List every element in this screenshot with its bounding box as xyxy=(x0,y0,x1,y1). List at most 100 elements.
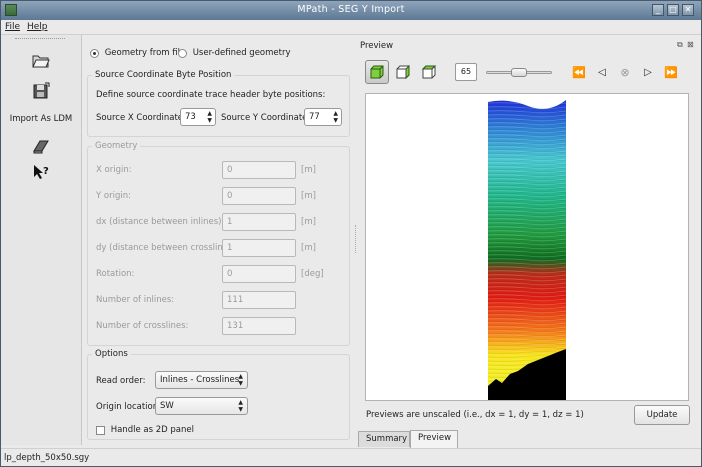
combo-arrows-icon: ▲ ▼ xyxy=(238,373,243,387)
source-coordinate-title: Source Coordinate Byte Position xyxy=(92,70,235,80)
fast-forward-icon: ⏩ xyxy=(664,65,678,79)
x-origin-label: X origin: xyxy=(96,165,132,175)
x-origin-unit: [m] xyxy=(301,165,316,175)
folder-open-icon xyxy=(32,55,50,68)
source-coordinate-group: Source Coordinate Byte Position Define s… xyxy=(87,70,350,137)
import-as-ldm-button[interactable]: Import As LDM xyxy=(1,105,81,133)
preview-title: Preview xyxy=(360,41,394,51)
geometry-from-file-radio[interactable] xyxy=(90,48,99,58)
eraser-icon xyxy=(33,140,49,154)
handle-as-2d-option[interactable]: Handle as 2D panel xyxy=(96,425,194,436)
spin-arrows-icon[interactable]: ▲ ▼ xyxy=(333,110,338,124)
tab-preview[interactable]: Preview xyxy=(410,430,458,448)
first-slice-button[interactable]: ⏪ xyxy=(567,60,591,84)
origin-location-label: Origin location: xyxy=(96,402,161,412)
last-slice-button[interactable]: ⏩ xyxy=(659,60,683,84)
rewind-icon: ⏪ xyxy=(572,65,586,79)
status-bar: lp_depth_50x50.sgy xyxy=(1,448,701,466)
read-order-value: Inlines - Crosslines xyxy=(160,375,240,385)
preview-toolbar: 65 ⏪ ◁ ⊗ ▷ ⏩ xyxy=(361,57,695,87)
handle-as-2d-label: Handle as 2D panel xyxy=(110,425,194,435)
dx-field[interactable]: 1 xyxy=(222,213,296,231)
number-of-crosslines-field[interactable]: 131 xyxy=(222,317,296,335)
slice-number-field[interactable]: 65 xyxy=(455,63,477,81)
dy-unit: [m] xyxy=(301,243,316,253)
combo-arrows-icon: ▲ ▼ xyxy=(238,399,243,413)
whats-this-pointer-icon: ? xyxy=(34,165,49,179)
eraser-button[interactable] xyxy=(1,133,81,161)
read-order-select[interactable]: Inlines - Crosslines ▲ ▼ xyxy=(155,371,248,389)
float-dock-icon[interactable]: ⧉ xyxy=(677,40,683,50)
preview-dock: Preview ⧉ ⊠ 65 ⏪ ◁ ⊗ ▷ ⏩ Previews are un… xyxy=(358,35,701,448)
dx-label: dx (distance between inlines): xyxy=(96,217,225,227)
seismic-slice-image xyxy=(488,94,566,400)
options-group: Options Read order: Inlines - Crosslines… xyxy=(87,349,350,440)
slice-slider-handle[interactable] xyxy=(511,68,527,77)
y-origin-field[interactable]: 0 xyxy=(222,187,296,205)
x-origin-field[interactable]: 0 xyxy=(222,161,296,179)
number-of-crosslines-label: Number of crosslines: xyxy=(96,321,189,331)
options-title: Options xyxy=(92,349,131,359)
slice-slider-track[interactable] xyxy=(486,68,552,77)
save-disk-icon xyxy=(33,82,50,99)
previous-slice-button[interactable]: ◁ xyxy=(590,60,614,84)
close-dock-icon[interactable]: ⊠ xyxy=(687,40,694,49)
user-defined-geometry-radio[interactable] xyxy=(178,48,187,58)
spin-arrows-icon[interactable]: ▲ ▼ xyxy=(207,110,212,124)
handle-as-2d-checkbox[interactable] xyxy=(96,425,105,435)
maximize-button[interactable]: □ xyxy=(667,4,679,16)
tab-summary[interactable]: Summary xyxy=(358,431,410,447)
rotation-field[interactable]: 0 xyxy=(222,265,296,283)
number-of-inlines-label: Number of inlines: xyxy=(96,295,175,305)
source-x-value: 73 xyxy=(185,112,196,122)
menu-file[interactable]: File xyxy=(5,22,20,32)
view-cube-side-button[interactable] xyxy=(391,60,415,84)
window-title: MPath - SEG Y Import xyxy=(297,4,405,15)
open-folder-button[interactable] xyxy=(1,47,81,75)
read-order-label: Read order: xyxy=(96,376,146,386)
status-filename: lp_depth_50x50.sgy xyxy=(4,453,90,463)
dy-label: dy (distance between crosslines): xyxy=(96,243,239,253)
svg-text:?: ? xyxy=(43,166,49,177)
side-toolbar: Import As LDM ? xyxy=(1,35,82,445)
y-origin-unit: [m] xyxy=(301,191,316,201)
whats-this-button[interactable]: ? xyxy=(1,159,81,187)
source-x-spinbox[interactable]: 73 ▲ ▼ xyxy=(180,108,216,126)
stop-button[interactable]: ⊗ xyxy=(613,60,637,84)
origin-location-select[interactable]: SW ▲ ▼ xyxy=(155,397,248,415)
cube-top-icon xyxy=(421,65,437,79)
cube-side-icon xyxy=(396,64,410,80)
dy-field[interactable]: 1 xyxy=(222,239,296,257)
rotation-label: Rotation: xyxy=(96,269,135,279)
view-cube-top-button[interactable] xyxy=(417,60,441,84)
source-y-value: 77 xyxy=(309,112,320,122)
geometry-from-file-option[interactable]: Geometry from file xyxy=(90,48,185,59)
number-of-inlines-field[interactable]: 111 xyxy=(222,291,296,309)
update-preview-button[interactable]: Update xyxy=(634,405,690,425)
stop-icon: ⊗ xyxy=(620,65,630,79)
main-window: MPath - SEG Y Import _ □ ✕ File Help Imp… xyxy=(0,0,702,467)
rotation-unit: [deg] xyxy=(301,269,324,279)
close-window-button[interactable]: ✕ xyxy=(682,4,694,16)
preview-canvas[interactable] xyxy=(365,93,689,401)
menu-help[interactable]: Help xyxy=(27,22,48,32)
play-icon: ▷ xyxy=(644,66,652,78)
user-defined-geometry-label: User-defined geometry xyxy=(192,48,291,58)
source-y-spinbox[interactable]: 77 ▲ ▼ xyxy=(304,108,342,126)
dx-unit: [m] xyxy=(301,217,316,227)
save-settings-button[interactable] xyxy=(1,77,81,105)
minimize-button[interactable]: _ xyxy=(652,4,664,16)
step-back-icon: ◁ xyxy=(598,66,606,78)
toolbar-grip[interactable] xyxy=(15,38,65,40)
origin-location-value: SW xyxy=(160,401,174,411)
y-origin-label: Y origin: xyxy=(96,191,131,201)
next-slice-button[interactable]: ▷ xyxy=(636,60,660,84)
geometry-title: Geometry xyxy=(92,141,141,151)
geometry-from-file-label: Geometry from file xyxy=(104,48,186,58)
import-settings-panel: Geometry from file User-defined geometry… xyxy=(82,35,354,445)
menu-bar: File Help xyxy=(1,20,701,35)
user-defined-geometry-option[interactable]: User-defined geometry xyxy=(178,48,291,59)
view-cube-front-button[interactable] xyxy=(365,60,389,84)
source-x-label: Source X Coordinate: xyxy=(96,113,186,123)
preview-header: Preview ⧉ ⊠ xyxy=(358,35,701,55)
